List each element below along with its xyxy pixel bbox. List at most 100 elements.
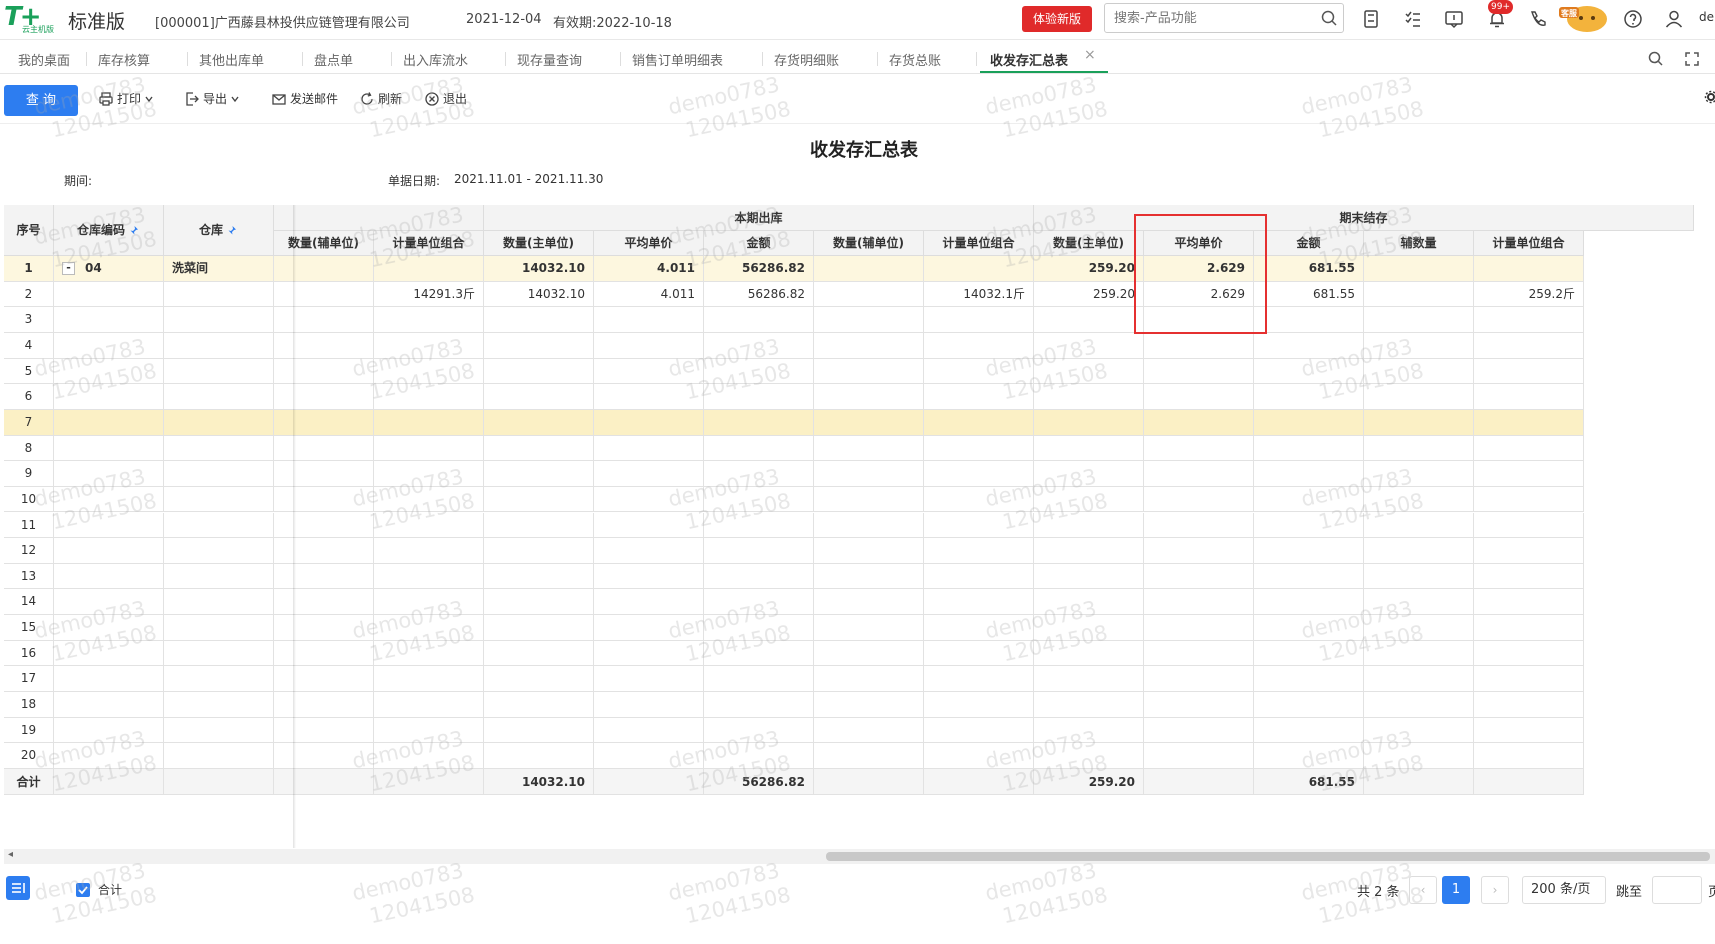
- tab-stocktake[interactable]: 盘点单: [314, 50, 353, 69]
- data-cell[interactable]: [1144, 589, 1254, 616]
- header-col-1[interactable]: 计量单位组合: [374, 231, 484, 256]
- data-cell[interactable]: 259.20: [1034, 256, 1144, 282]
- warehouse-code-cell[interactable]: [54, 409, 164, 436]
- warehouse-name-cell[interactable]: [164, 307, 274, 333]
- tab-other-outbound[interactable]: 其他出库单: [199, 50, 264, 69]
- data-cell[interactable]: [1474, 615, 1584, 641]
- data-cell[interactable]: [814, 692, 924, 718]
- data-cell[interactable]: [1254, 512, 1364, 539]
- data-cell[interactable]: [924, 692, 1034, 718]
- data-cell[interactable]: [374, 563, 484, 590]
- data-cell[interactable]: 681.55: [1254, 281, 1364, 308]
- data-cell[interactable]: [924, 409, 1034, 436]
- data-cell[interactable]: [924, 717, 1034, 744]
- warehouse-name-cell[interactable]: [164, 435, 274, 462]
- data-cell[interactable]: [704, 563, 814, 590]
- column-settings-button[interactable]: [6, 876, 30, 900]
- data-cell[interactable]: [1034, 563, 1144, 590]
- data-cell[interactable]: [274, 461, 374, 487]
- data-cell[interactable]: [484, 358, 594, 385]
- data-cell[interactable]: [1364, 717, 1474, 744]
- data-cell[interactable]: [374, 435, 484, 462]
- data-cell[interactable]: [374, 666, 484, 693]
- data-cell[interactable]: [374, 256, 484, 282]
- data-cell[interactable]: [374, 307, 484, 333]
- data-cell[interactable]: [1364, 332, 1474, 359]
- prev-page-button[interactable]: ‹: [1409, 876, 1437, 904]
- data-cell[interactable]: [484, 384, 594, 410]
- data-cell[interactable]: [704, 435, 814, 462]
- data-cell[interactable]: 14032.1斤: [924, 281, 1034, 308]
- data-cell[interactable]: [1364, 281, 1474, 308]
- header-col-9[interactable]: 金额: [1254, 231, 1364, 256]
- data-cell[interactable]: [1254, 332, 1364, 359]
- data-cell[interactable]: [484, 332, 594, 359]
- data-cell[interactable]: [704, 538, 814, 564]
- user-icon[interactable]: [1663, 8, 1685, 30]
- data-cell[interactable]: [814, 409, 924, 436]
- data-cell[interactable]: [484, 589, 594, 616]
- search-icon[interactable]: [1321, 10, 1337, 26]
- data-cell[interactable]: [704, 666, 814, 693]
- data-cell[interactable]: [374, 589, 484, 616]
- data-cell[interactable]: [374, 615, 484, 641]
- data-cell[interactable]: [1034, 589, 1144, 616]
- warehouse-code-cell[interactable]: [54, 307, 164, 333]
- warehouse-code-cell[interactable]: -04: [54, 256, 164, 282]
- data-cell[interactable]: [1364, 640, 1474, 667]
- data-cell[interactable]: [1364, 461, 1474, 487]
- data-cell[interactable]: [1474, 384, 1584, 410]
- user-name[interactable]: de: [1699, 10, 1714, 24]
- data-cell[interactable]: [594, 461, 704, 487]
- data-cell[interactable]: [1034, 717, 1144, 744]
- data-cell[interactable]: [594, 358, 704, 385]
- data-cell[interactable]: [274, 384, 374, 410]
- header-col-6[interactable]: 计量单位组合: [924, 231, 1034, 256]
- data-cell[interactable]: [704, 692, 814, 718]
- data-cell[interactable]: [1254, 589, 1364, 616]
- data-cell[interactable]: [1254, 563, 1364, 590]
- data-cell[interactable]: [594, 743, 704, 769]
- data-cell[interactable]: [1254, 384, 1364, 410]
- data-cell[interactable]: [814, 538, 924, 564]
- help-icon[interactable]: [1622, 8, 1644, 30]
- page-1-button[interactable]: 1: [1442, 876, 1470, 904]
- data-cell[interactable]: [924, 358, 1034, 385]
- data-cell[interactable]: [1034, 332, 1144, 359]
- data-cell[interactable]: [374, 692, 484, 718]
- warehouse-code-cell[interactable]: [54, 538, 164, 564]
- data-cell[interactable]: 259.2斤: [1474, 281, 1584, 308]
- send-email-button[interactable]: 发送邮件: [271, 90, 338, 107]
- data-cell[interactable]: [594, 538, 704, 564]
- data-cell[interactable]: [1144, 538, 1254, 564]
- data-cell[interactable]: [924, 307, 1034, 333]
- data-cell[interactable]: [1034, 384, 1144, 410]
- data-cell[interactable]: [274, 538, 374, 564]
- warehouse-code-cell[interactable]: [54, 435, 164, 462]
- data-cell[interactable]: [1034, 358, 1144, 385]
- data-cell[interactable]: [1254, 486, 1364, 513]
- data-cell[interactable]: [484, 435, 594, 462]
- exit-button[interactable]: 退出: [424, 90, 467, 107]
- data-cell[interactable]: [1364, 692, 1474, 718]
- data-cell[interactable]: [374, 717, 484, 744]
- data-cell[interactable]: [1474, 589, 1584, 616]
- data-cell[interactable]: [1364, 743, 1474, 769]
- data-cell[interactable]: [1364, 435, 1474, 462]
- header-col-2[interactable]: 数量(主单位): [484, 231, 594, 256]
- header-col-10[interactable]: 辅数量: [1364, 231, 1474, 256]
- data-cell[interactable]: [484, 538, 594, 564]
- tab-my-desktop[interactable]: 我的桌面: [18, 50, 70, 69]
- phone-icon[interactable]: [1527, 8, 1549, 30]
- calculator-icon[interactable]: [1360, 8, 1382, 30]
- data-cell[interactable]: [374, 384, 484, 410]
- data-cell[interactable]: [274, 486, 374, 513]
- data-cell[interactable]: [274, 358, 374, 385]
- data-cell[interactable]: [374, 461, 484, 487]
- data-cell[interactable]: [1474, 435, 1584, 462]
- data-cell[interactable]: [1144, 692, 1254, 718]
- data-cell[interactable]: [704, 743, 814, 769]
- header-col-5[interactable]: 数量(辅单位): [814, 231, 924, 256]
- data-cell[interactable]: [1144, 332, 1254, 359]
- data-cell[interactable]: [924, 486, 1034, 513]
